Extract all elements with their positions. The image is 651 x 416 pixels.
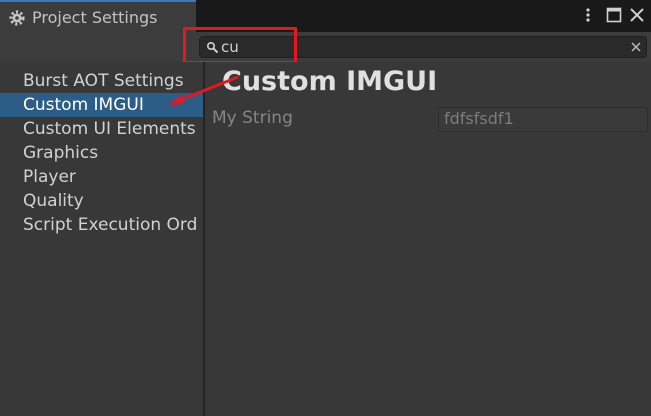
window-title: Project Settings [32, 8, 158, 27]
maximize-icon[interactable] [605, 6, 623, 24]
clear-search-icon[interactable] [629, 40, 643, 54]
sidebar-item-graphics[interactable]: Graphics [0, 141, 203, 165]
sidebar-item-player[interactable]: Player [0, 165, 203, 189]
sidebar-item-custom-ui-elements[interactable]: Custom UI Elements [0, 117, 203, 141]
sidebar-item-quality[interactable]: Quality [0, 189, 203, 213]
annotation-highlight-box [183, 27, 297, 64]
my-string-field[interactable]: fdfsfsdf1 [438, 107, 648, 132]
page-title: Custom IMGUI [222, 66, 438, 97]
my-string-label: My String [212, 108, 293, 128]
sidebar-item-custom-imgui[interactable]: Custom IMGUI [0, 93, 203, 117]
more-options-icon[interactable] [579, 6, 597, 24]
window-tab[interactable]: Project Settings [0, 0, 196, 32]
sidebar-item-script-execution-order[interactable]: Script Execution Ord [0, 213, 203, 237]
sidebar: Burst AOT Settings Custom IMGUI Custom U… [0, 62, 205, 416]
close-icon[interactable] [628, 6, 646, 24]
gear-icon [9, 10, 25, 26]
sidebar-item-burst-aot-settings[interactable]: Burst AOT Settings [0, 69, 203, 93]
